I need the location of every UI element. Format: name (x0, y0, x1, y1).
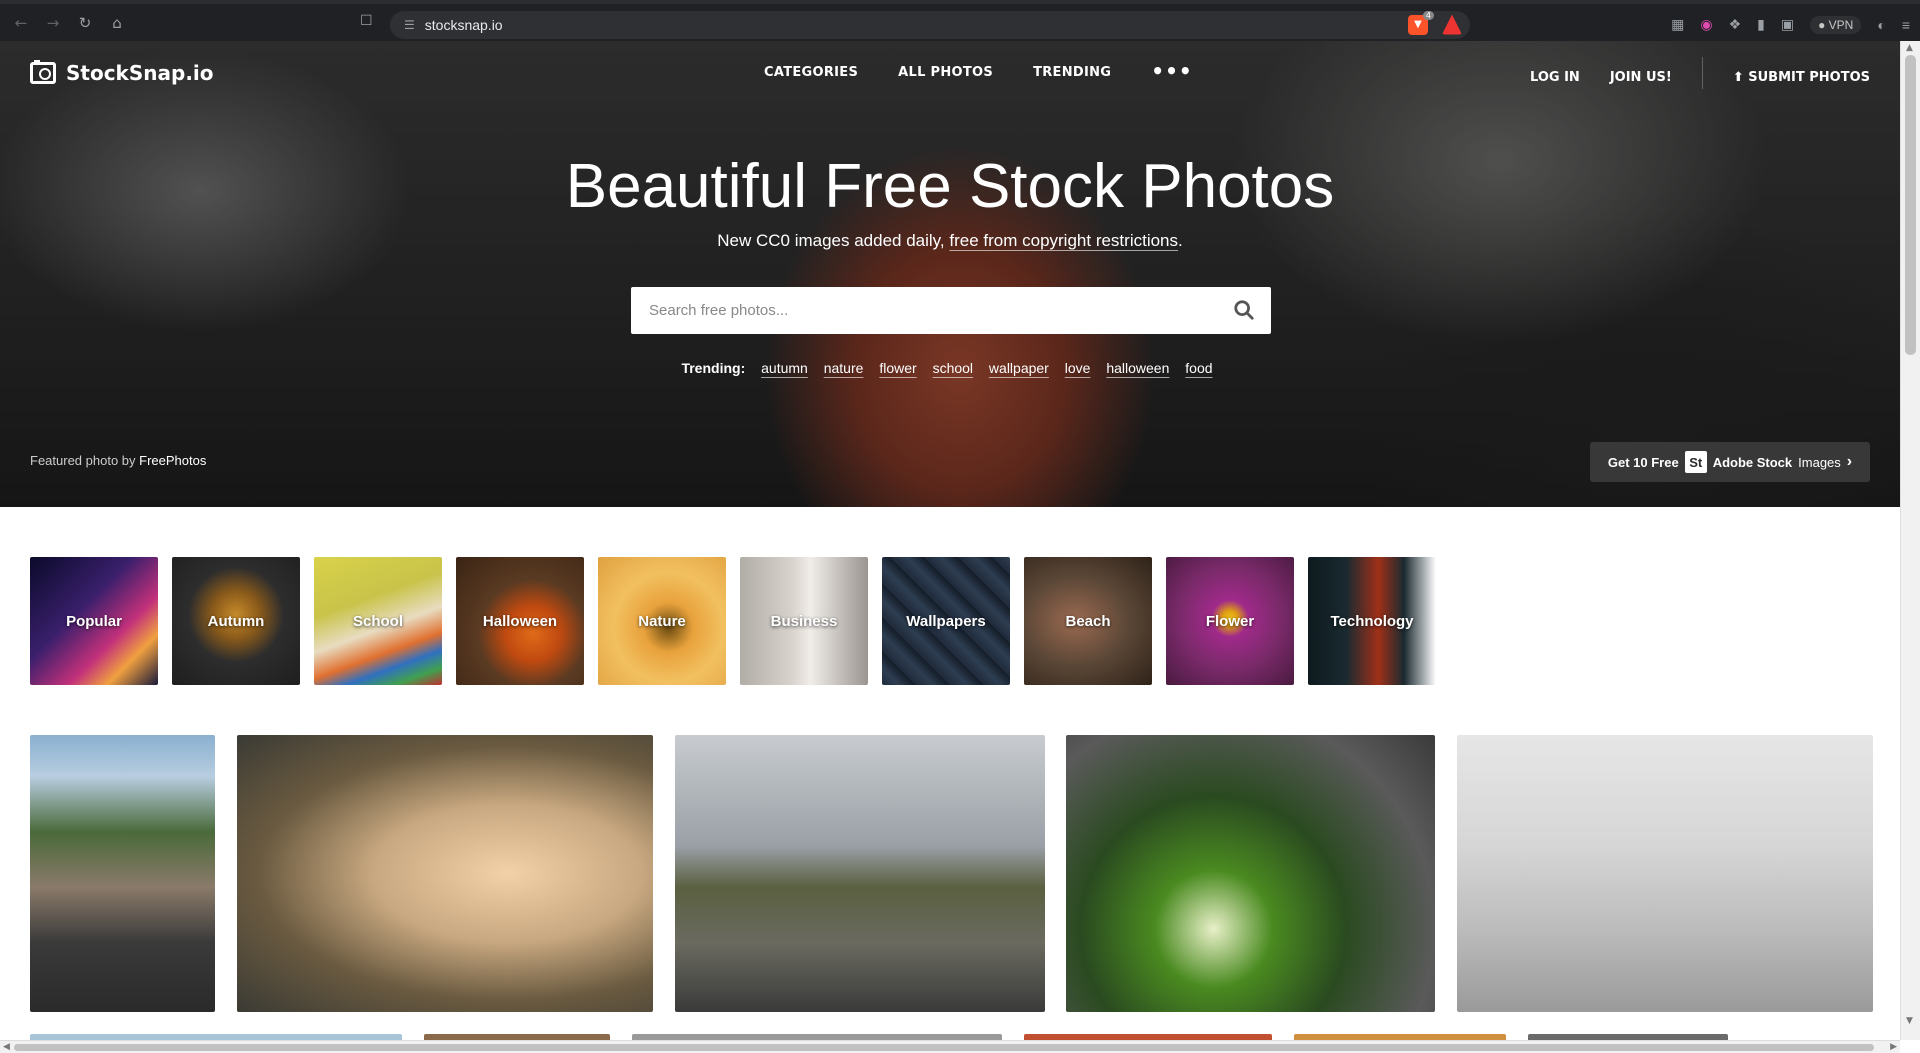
subtitle-text: New CC0 images added daily, (717, 231, 950, 250)
site-settings-icon[interactable]: ☰ (404, 18, 415, 32)
scroll-left-icon[interactable]: ◀ (3, 1042, 10, 1052)
adobe-prefix: Get 10 Free (1607, 454, 1679, 470)
category-halloween[interactable]: Halloween (456, 557, 584, 685)
category-school[interactable]: School (314, 557, 442, 685)
photo-flowers[interactable] (1066, 735, 1435, 1012)
copyright-link[interactable]: free from copyright restrictions (949, 231, 1178, 250)
vertical-scrollbar[interactable]: ▲ ▼ (1900, 41, 1920, 1040)
search-input[interactable] (649, 302, 1209, 319)
chevron-right-icon: › (1846, 453, 1853, 470)
wallet-icon[interactable]: ▣ (1781, 16, 1794, 33)
adobe-stock-button[interactable]: Get 10 Free St Adobe Stock Images › (1590, 442, 1870, 482)
upload-icon: ⬆ (1732, 69, 1744, 85)
trending-tag[interactable]: autumn (761, 360, 808, 376)
nav-trending[interactable]: TRENDING (1033, 65, 1111, 80)
trending-label: Trending: (681, 360, 746, 376)
search-box (631, 287, 1271, 334)
nav-all-photos[interactable]: ALL PHOTOS (898, 65, 993, 80)
site-logo[interactable]: StockSnap.io (30, 60, 214, 85)
more-menu-icon[interactable]: ••• (1151, 61, 1192, 81)
horizontal-scroll-thumb[interactable] (14, 1044, 1874, 1051)
nav-divider (1701, 57, 1703, 89)
extensions-icon[interactable]: ❖ (1729, 16, 1742, 33)
category-label: Halloween (482, 612, 558, 630)
vpn-button[interactable]: ● VPN (1810, 15, 1862, 34)
home-icon[interactable]: ⌂ (102, 8, 132, 38)
forward-icon[interactable]: → (38, 8, 68, 38)
back-icon[interactable]: ← (6, 8, 36, 38)
category-label: Technology (1330, 612, 1414, 630)
featured-prefix: Featured photo by (30, 453, 140, 468)
category-label: Flower (1205, 612, 1255, 630)
submit-photos-link[interactable]: ⬆ SUBMIT PHOTOS (1733, 70, 1870, 85)
category-autumn[interactable]: Autumn (172, 557, 300, 685)
vpn-label: VPN (1828, 17, 1854, 32)
trending-tag[interactable]: flower (879, 360, 916, 376)
hero-section: StockSnap.io CATEGORIES ALL PHOTOS TREND… (0, 41, 1900, 507)
category-label: School (352, 612, 403, 630)
adobe-suffix: Images (1798, 454, 1841, 470)
photo-balcony[interactable] (30, 735, 215, 1012)
camera-icon (30, 60, 56, 84)
user-nav: LOG IN JOIN US! ⬆ SUBMIT PHOTOS (1530, 57, 1870, 89)
trending-tag[interactable]: wallpaper (989, 360, 1049, 376)
category-business[interactable]: Business (740, 557, 868, 685)
scroll-down-icon[interactable]: ▼ (1906, 1016, 1913, 1026)
trending-tags: Trending: autumn nature flower school wa… (0, 360, 1900, 376)
submit-photos-label: SUBMIT PHOTOS (1748, 69, 1870, 85)
sidebar-icon[interactable]: ▮ (1757, 16, 1765, 33)
brave-rewards-icon[interactable] (1442, 14, 1462, 35)
brave-shields-icon[interactable]: ▼ 4 (1408, 10, 1434, 35)
logo-text: StockSnap.io (66, 61, 214, 85)
hero-subtitle: New CC0 images added daily, free from co… (0, 231, 1900, 251)
category-label: Business (770, 612, 838, 630)
category-flower[interactable]: Flower (1166, 557, 1294, 685)
adobe-stock-logo: St (1684, 451, 1707, 473)
reload-icon[interactable]: ↻ (70, 8, 100, 38)
featured-credit: Featured photo by FreePhotos (30, 453, 206, 468)
category-tiles: Popular Autumn School Halloween Nature B… (30, 557, 1436, 685)
photo-woman-dress[interactable] (1457, 735, 1873, 1012)
join-link[interactable]: JOIN US! (1610, 70, 1672, 85)
vertical-scroll-thumb[interactable] (1905, 55, 1916, 355)
main-nav: CATEGORIES ALL PHOTOS TRENDING ••• (764, 61, 1193, 81)
photo-road[interactable] (675, 735, 1045, 1012)
trending-tag[interactable]: nature (824, 360, 864, 376)
category-label: Beach (1065, 612, 1111, 630)
adobe-brand: Adobe Stock (1712, 454, 1793, 470)
subtitle-suffix: . (1178, 231, 1183, 250)
category-wallpapers[interactable]: Wallpapers (882, 557, 1010, 685)
address-bar[interactable]: ☰ stocksnap.io ↗ (390, 11, 1470, 39)
login-link[interactable]: LOG IN (1530, 70, 1580, 85)
trending-tag[interactable]: love (1065, 360, 1091, 376)
category-label: Popular (66, 612, 122, 630)
horizontal-scrollbar[interactable]: ◀ ▶ (0, 1040, 1900, 1053)
qr-code-icon[interactable]: ▦ (1671, 16, 1684, 33)
menu-icon[interactable]: ≡ (1902, 17, 1910, 33)
photo-father-child[interactable] (237, 735, 653, 1012)
scroll-up-icon[interactable]: ▲ (1906, 43, 1913, 53)
bookmark-icon[interactable]: ☐ (360, 13, 373, 29)
trending-tag[interactable]: halloween (1106, 360, 1169, 376)
category-technology[interactable]: Technology (1308, 557, 1436, 685)
leo-ai-icon[interactable]: ◐ (1877, 17, 1885, 33)
hero-title: Beautiful Free Stock Photos (565, 152, 1335, 221)
url-text: stocksnap.io (424, 17, 503, 33)
scroll-right-icon[interactable]: ▶ (1890, 1042, 1897, 1052)
category-beach[interactable]: Beach (1024, 557, 1152, 685)
featured-author-link[interactable]: FreePhotos (139, 453, 206, 468)
color-picker-icon[interactable]: ◉ (1700, 16, 1712, 33)
category-nature[interactable]: Nature (598, 557, 726, 685)
shields-count-badge: 4 (1422, 10, 1434, 20)
category-popular[interactable]: Popular (30, 557, 158, 685)
category-label: Wallpapers (906, 612, 986, 630)
category-label: Autumn (207, 612, 265, 630)
nav-categories[interactable]: CATEGORIES (764, 65, 858, 80)
trending-tag[interactable]: school (933, 360, 973, 376)
browser-toolbar: ← → ↻ ⌂ ☐ ☰ stocksnap.io ↗ ▼ 4 ▦ ◉ ❖ ▮ ▣… (0, 0, 1920, 41)
trending-tag[interactable]: food (1185, 360, 1212, 376)
category-label: Nature (638, 612, 686, 630)
search-icon[interactable] (1233, 299, 1255, 321)
